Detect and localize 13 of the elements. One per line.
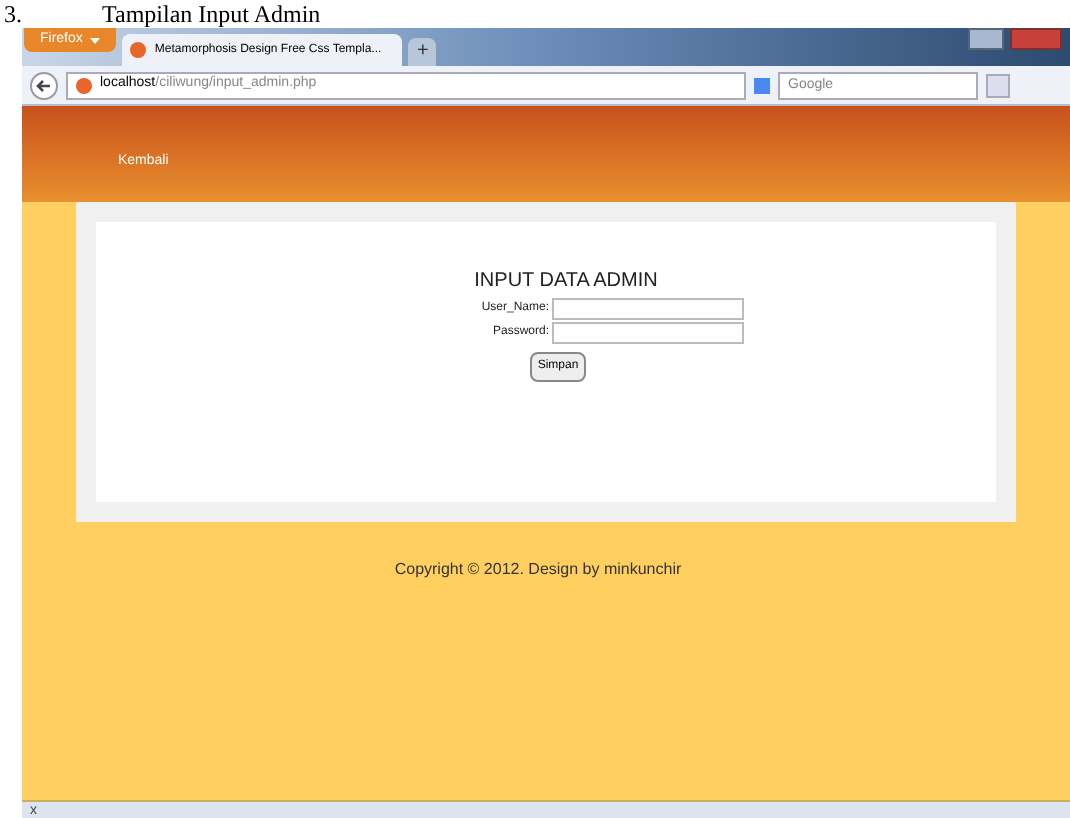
input-field[interactable] — [551, 298, 743, 320]
caption-number: 3. — [4, 1, 22, 27]
page-icon — [130, 42, 147, 58]
site-icon — [76, 77, 92, 93]
minimize-icon[interactable] — [968, 28, 1004, 50]
form-title: INPUT DATA ADMIN — [474, 268, 658, 296]
close-icon[interactable] — [1010, 28, 1062, 50]
input-field[interactable] — [551, 322, 743, 344]
footer-text: Copyright © 2012. Design by minkunchir — [394, 558, 682, 582]
caret-icon — [90, 37, 101, 43]
back-icon[interactable] — [30, 71, 58, 99]
new-tab-button[interactable]: + — [408, 38, 437, 66]
caption-text: Tampilan Input Admin — [102, 1, 321, 27]
